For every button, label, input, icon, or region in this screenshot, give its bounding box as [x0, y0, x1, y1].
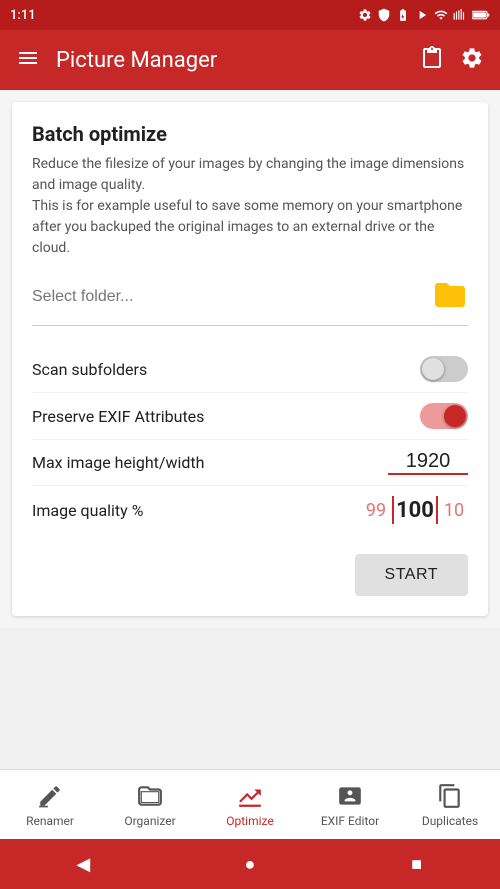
- battery-status-icon: [396, 8, 410, 22]
- status-time: 1:11: [10, 8, 36, 23]
- card-title: Batch optimize: [32, 122, 468, 146]
- recent-button[interactable]: ■: [397, 844, 437, 884]
- nav-exif[interactable]: EXIF Editor: [300, 774, 400, 836]
- exif-label: EXIF Editor: [321, 814, 379, 828]
- desc-line1: Reduce the filesize of your images by ch…: [32, 156, 464, 193]
- organizer-label: Organizer: [124, 814, 175, 828]
- nav-duplicates[interactable]: Duplicates: [400, 774, 500, 836]
- nav-organizer[interactable]: Organizer: [100, 774, 200, 836]
- quality-divider-left: [392, 496, 394, 524]
- max-image-input[interactable]: [388, 450, 468, 475]
- card-description: Reduce the filesize of your images by ch…: [32, 154, 468, 259]
- battery-full-icon: [472, 8, 490, 22]
- start-button-row: Start: [32, 554, 468, 596]
- optimize-icon: [236, 782, 264, 810]
- preserve-exif-label: Preserve EXIF Attributes: [32, 407, 204, 426]
- scan-subfolders-label: Scan subfolders: [32, 360, 147, 379]
- scan-subfolders-row: Scan subfolders: [32, 346, 468, 393]
- folder-row: [32, 277, 468, 326]
- bottom-nav: Renamer Organizer Optimize EXIF Editor: [0, 769, 500, 839]
- nav-optimize[interactable]: Optimize: [200, 774, 300, 836]
- nav-renamer[interactable]: Renamer: [0, 774, 100, 836]
- status-bar: 1:11: [0, 0, 500, 30]
- home-button[interactable]: ●: [230, 844, 270, 884]
- time-display: 1:11: [10, 8, 36, 23]
- status-icons: [358, 8, 490, 22]
- system-nav: ◀ ● ■: [0, 839, 500, 889]
- signal-status-icon: [453, 8, 467, 22]
- renamer-icon: [36, 782, 64, 810]
- duplicates-label: Duplicates: [422, 814, 478, 828]
- folder-input[interactable]: [32, 288, 432, 306]
- folder-button[interactable]: [432, 277, 468, 317]
- back-button[interactable]: ◀: [63, 844, 103, 884]
- quality-right: 10: [440, 500, 468, 521]
- app-bar-actions: [420, 46, 484, 74]
- max-image-row: Max image height/width: [32, 440, 468, 486]
- quality-main[interactable]: 100: [396, 498, 434, 523]
- quality-left: 99: [362, 500, 390, 521]
- max-image-label: Max image height/width: [32, 453, 204, 472]
- clipboard-button[interactable]: [420, 46, 444, 74]
- app-title: Picture Manager: [56, 48, 404, 73]
- preserve-exif-toggle[interactable]: [420, 403, 468, 429]
- quality-divider-right: [436, 496, 438, 524]
- start-button[interactable]: Start: [355, 554, 468, 596]
- exif-icon: [336, 782, 364, 810]
- optimize-label: Optimize: [226, 814, 274, 828]
- settings-status-icon: [358, 8, 372, 22]
- organizer-icon: [136, 782, 164, 810]
- image-quality-label: Image quality %: [32, 501, 143, 520]
- renamer-label: Renamer: [26, 814, 74, 828]
- desc-line2: This is for example useful to save some …: [32, 198, 462, 256]
- settings-button[interactable]: [460, 46, 484, 74]
- duplicates-icon: [436, 782, 464, 810]
- app-bar: Picture Manager: [0, 30, 500, 90]
- main-content: Batch optimize Reduce the filesize of yo…: [0, 90, 500, 628]
- batch-optimize-card: Batch optimize Reduce the filesize of yo…: [12, 102, 488, 616]
- shield-status-icon: [377, 8, 391, 22]
- quality-picker: 99 100 10: [362, 496, 468, 524]
- wifi-status-icon: [434, 8, 448, 22]
- scan-subfolders-toggle[interactable]: [420, 356, 468, 382]
- image-quality-row: Image quality % 99 100 10: [32, 486, 468, 534]
- play-status-icon: [415, 8, 429, 22]
- menu-button[interactable]: [16, 46, 40, 74]
- preserve-exif-row: Preserve EXIF Attributes: [32, 393, 468, 440]
